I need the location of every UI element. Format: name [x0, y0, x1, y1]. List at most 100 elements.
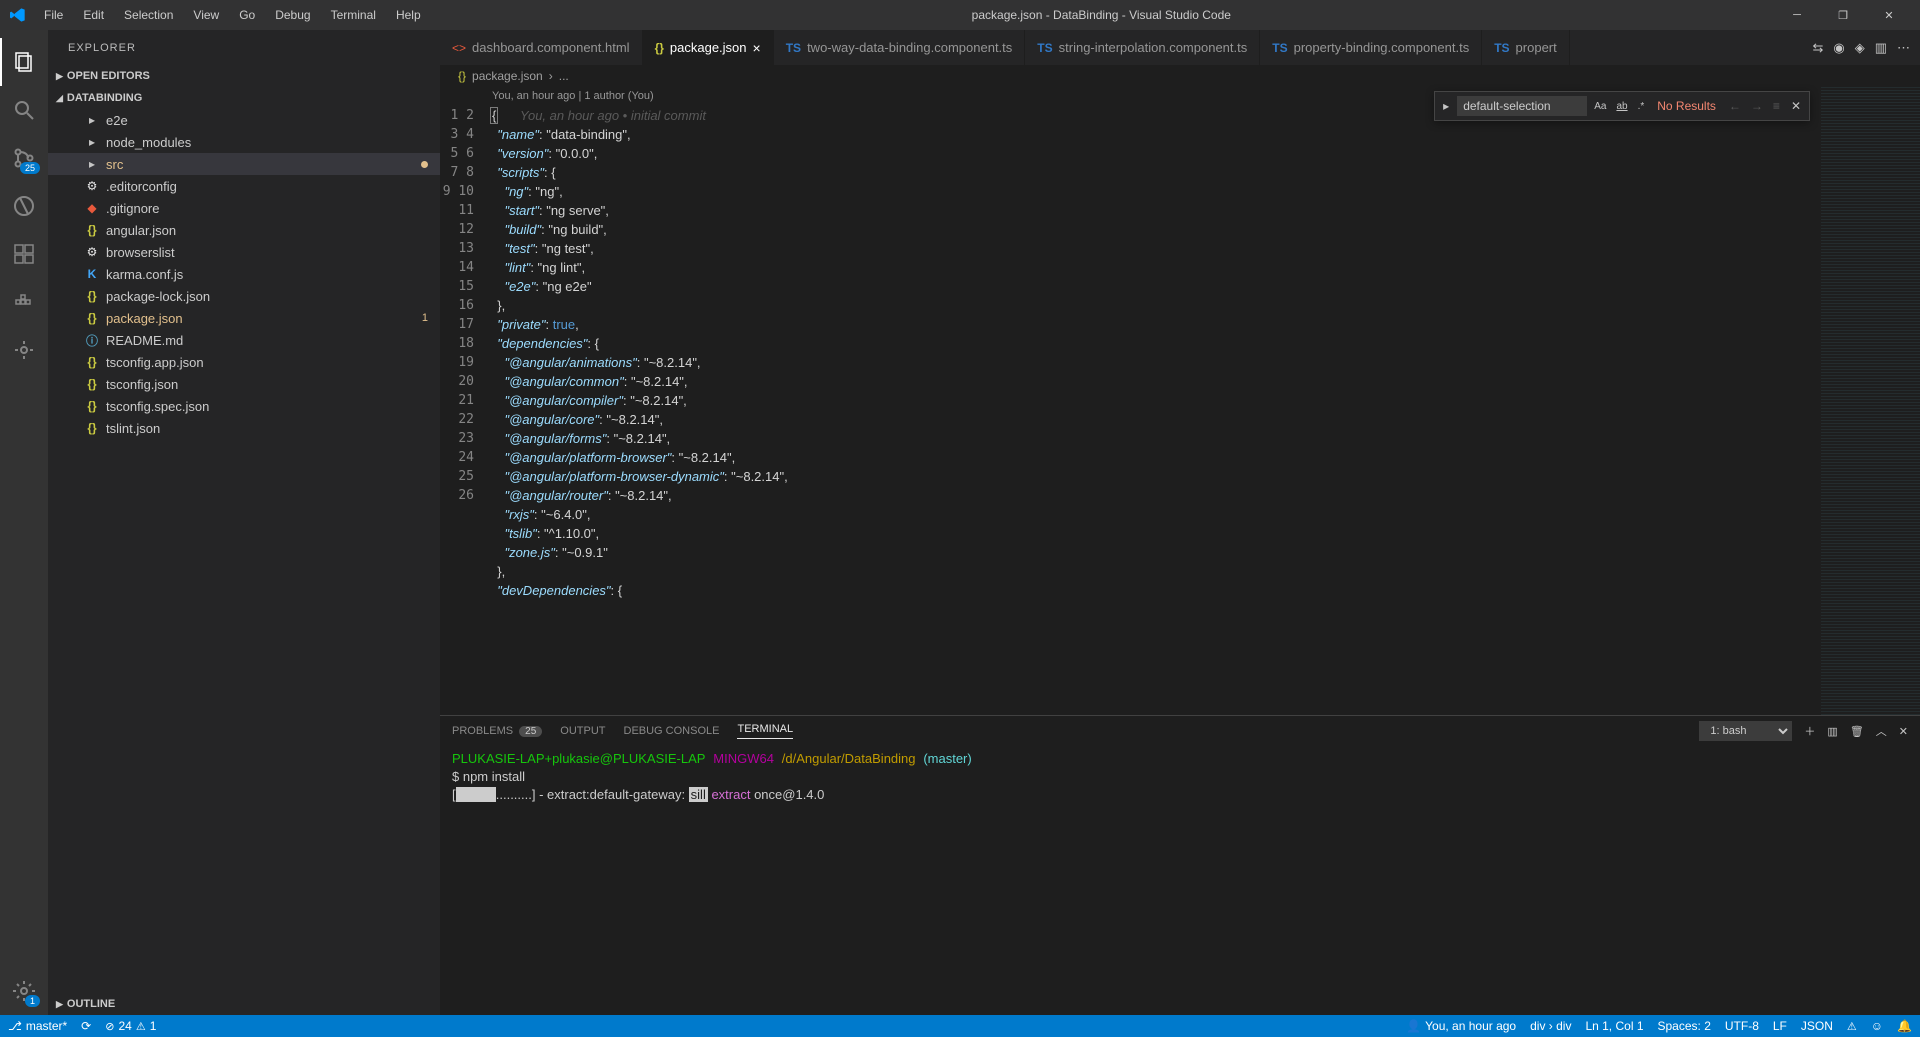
tab-propert[interactable]: TSpropert — [1482, 30, 1570, 65]
indentation-status[interactable]: Spaces: 2 — [1658, 1019, 1711, 1033]
explorer-view-icon[interactable] — [0, 38, 48, 86]
editor-body[interactable]: ▸ Aa ab .* No Results ← → ≡ ✕ 1 2 3 4 5 … — [440, 87, 1920, 715]
notifications-icon[interactable]: 🔔 — [1897, 1019, 1912, 1033]
close-panel-icon[interactable]: ✕ — [1899, 725, 1908, 738]
find-selection-icon[interactable]: ≡ — [1770, 99, 1783, 113]
tree-item-label: README.md — [106, 333, 440, 348]
tab-label: package.json — [670, 40, 747, 55]
tab-string-interpolation.component.ts[interactable]: TSstring-interpolation.component.ts — [1025, 30, 1260, 65]
titlebar: FileEditSelectionViewGoDebugTerminalHelp… — [0, 0, 1920, 30]
vscode-logo-icon — [8, 5, 28, 25]
match-word-icon[interactable]: ab — [1613, 99, 1630, 114]
file-tsconfig.json[interactable]: {}tsconfig.json — [48, 373, 440, 395]
tab-two-way-data-binding.component.ts[interactable]: TStwo-way-data-binding.component.ts — [774, 30, 1026, 65]
menu-debug[interactable]: Debug — [267, 4, 318, 26]
panel-tab-problems[interactable]: PROBLEMS25 — [452, 725, 542, 737]
extensions-view-icon[interactable] — [0, 230, 48, 278]
selector-status[interactable]: div › div — [1530, 1019, 1571, 1033]
scm-view-icon[interactable]: 25 — [0, 134, 48, 182]
problems-status[interactable]: 24 1 — [105, 1019, 156, 1033]
tab-property-binding.component.ts[interactable]: TSproperty-binding.component.ts — [1260, 30, 1482, 65]
menu-go[interactable]: Go — [231, 4, 263, 26]
git-blame-status[interactable]: 👤You, an hour ago — [1406, 1019, 1516, 1033]
search-view-icon[interactable] — [0, 86, 48, 134]
file-README.md[interactable]: ⓘ README.md — [48, 329, 440, 351]
find-next-icon[interactable]: → — [1748, 99, 1766, 113]
settings-gear-icon[interactable]: 1 — [0, 967, 48, 1015]
tab-package.json[interactable]: {}package.json× — [643, 30, 774, 65]
file-package.json[interactable]: {}package.json1 — [48, 307, 440, 329]
split-editor-icon[interactable]: ▥ — [1875, 40, 1887, 56]
code-content[interactable]: You, an hour ago | 1 author (You){ You, … — [490, 87, 1820, 715]
menu-view[interactable]: View — [185, 4, 227, 26]
outline-section[interactable]: ▶OUTLINE — [48, 993, 440, 1015]
more-actions-icon[interactable]: ⋯ — [1897, 40, 1910, 56]
menu-help[interactable]: Help — [388, 4, 429, 26]
file-.editorconfig[interactable]: ⚙.editorconfig — [48, 175, 440, 197]
cursor-position-status[interactable]: Ln 1, Col 1 — [1585, 1019, 1643, 1033]
minimize-button[interactable]: ─ — [1774, 0, 1820, 30]
menu-edit[interactable]: Edit — [75, 4, 112, 26]
branch-icon: ⎇ — [8, 1019, 22, 1033]
close-tab-icon[interactable]: × — [753, 40, 761, 56]
split-terminal-icon[interactable]: ▥ — [1827, 725, 1837, 738]
close-window-button[interactable]: ✕ — [1866, 0, 1912, 30]
file-package-lock.json[interactable]: {}package-lock.json — [48, 285, 440, 307]
find-toggle-replace-icon[interactable]: ▸ — [1439, 99, 1453, 113]
panel-tab-terminal[interactable]: TERMINAL — [737, 723, 793, 739]
file-tsconfig.spec.json[interactable]: {}tsconfig.spec.json — [48, 395, 440, 417]
menu-selection[interactable]: Selection — [116, 4, 181, 26]
folder-e2e[interactable]: ▸e2e — [48, 109, 440, 131]
tab-label: two-way-data-binding.component.ts — [807, 40, 1012, 55]
terminal-content[interactable]: PLUKASIE-LAP+plukasie@PLUKASIE-LAP MINGW… — [440, 746, 1920, 1015]
open-editors-section[interactable]: ▶OPEN EDITORS — [48, 65, 440, 87]
find-close-icon[interactable]: ✕ — [1787, 99, 1805, 113]
breadcrumb[interactable]: {} package.json › ... — [440, 65, 1920, 87]
file-karma.conf.js[interactable]: Kkarma.conf.js — [48, 263, 440, 285]
run-icon[interactable]: ◈ — [1855, 40, 1865, 56]
readme-icon: ⓘ — [84, 332, 100, 349]
maximize-panel-icon[interactable]: ︿ — [1876, 723, 1887, 739]
project-section[interactable]: ◢DATABINDING — [48, 87, 440, 109]
git-icon: ◆ — [84, 201, 100, 215]
modified-badge: 1 — [422, 312, 428, 324]
file-tslint.json[interactable]: {}tslint.json — [48, 417, 440, 439]
tab-label: propert — [1516, 40, 1557, 55]
menu-terminal[interactable]: Terminal — [323, 4, 384, 26]
html-icon: <> — [452, 41, 466, 55]
file-angular.json[interactable]: {}angular.json — [48, 219, 440, 241]
kill-terminal-icon[interactable]: 🗑 — [1850, 725, 1864, 738]
folder-src[interactable]: ▸src — [48, 153, 440, 175]
regex-icon[interactable]: .* — [1635, 99, 1648, 114]
liveshare-view-icon[interactable] — [0, 326, 48, 374]
person-icon: 👤 — [1406, 1019, 1421, 1033]
sync-status[interactable]: ⟳ — [81, 1019, 91, 1033]
terminal-shell-select[interactable]: 1: bash — [1699, 721, 1792, 741]
new-terminal-icon[interactable]: ＋ — [1804, 723, 1815, 739]
find-input[interactable] — [1457, 96, 1587, 116]
file-browserslist[interactable]: ⚙browserslist — [48, 241, 440, 263]
match-case-icon[interactable]: Aa — [1591, 99, 1609, 114]
tree-item-label: src — [106, 157, 440, 172]
eol-status[interactable]: LF — [1773, 1019, 1787, 1033]
docker-view-icon[interactable] — [0, 278, 48, 326]
tab-dashboard.component.html[interactable]: <>dashboard.component.html — [440, 30, 643, 65]
git-branch-status[interactable]: ⎇master* — [8, 1019, 67, 1033]
debug-view-icon[interactable] — [0, 182, 48, 230]
panel-tab-output[interactable]: OUTPUT — [560, 725, 605, 737]
file-tsconfig.app.json[interactable]: {}tsconfig.app.json — [48, 351, 440, 373]
json-icon: {} — [84, 289, 100, 303]
folder-node_modules[interactable]: ▸node_modules — [48, 131, 440, 153]
compare-changes-icon[interactable]: ⇆ — [1812, 40, 1823, 56]
minimap[interactable] — [1820, 87, 1920, 715]
find-prev-icon[interactable]: ← — [1726, 99, 1744, 113]
prettier-status[interactable] — [1847, 1019, 1857, 1033]
open-preview-icon[interactable]: ◉ — [1833, 40, 1844, 56]
language-status[interactable]: JSON — [1801, 1019, 1833, 1033]
panel-tab-debug[interactable]: DEBUG CONSOLE — [624, 725, 720, 737]
maximize-button[interactable]: ❐ — [1820, 0, 1866, 30]
menu-file[interactable]: File — [36, 4, 71, 26]
file-.gitignore[interactable]: ◆.gitignore — [48, 197, 440, 219]
encoding-status[interactable]: UTF-8 — [1725, 1019, 1759, 1033]
feedback-icon[interactable]: ☺ — [1871, 1019, 1883, 1033]
